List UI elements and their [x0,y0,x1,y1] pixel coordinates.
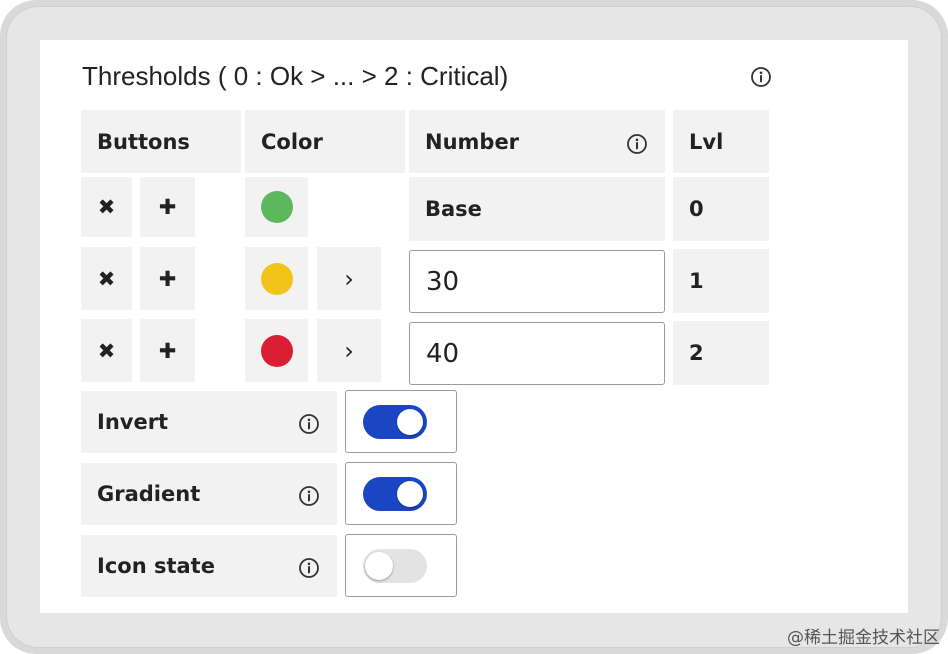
plus-icon: ✚ [158,338,177,363]
chevron-right-icon: › [344,264,354,293]
plus-icon: ✚ [158,266,177,291]
threshold-value-input[interactable]: 30 [409,250,665,313]
add-threshold-button[interactable]: ✚ [140,177,195,237]
toggle-knob [397,480,423,507]
base-label: Base [409,177,665,241]
chevron-right-icon: › [344,336,354,365]
add-threshold-button[interactable]: ✚ [140,247,195,310]
remove-threshold-button[interactable]: ✖ [81,247,132,310]
header-number-label: Number [425,129,520,154]
color-dot [260,262,293,295]
level-value: 1 [673,249,769,313]
remove-threshold-button[interactable]: ✖ [81,177,132,237]
icon-state-toggle-container [345,534,457,597]
close-icon: ✖ [97,266,116,291]
threshold-value-input[interactable]: 40 [409,322,665,385]
header-color: Color [245,110,405,173]
color-swatch-button[interactable] [245,319,308,382]
gradient-toggle[interactable] [363,476,427,511]
info-icon[interactable] [626,133,648,155]
info-icon[interactable] [298,485,320,507]
expand-color-button[interactable]: › [317,247,381,310]
color-dot [260,191,293,223]
icon-state-toggle[interactable] [363,548,427,583]
panel-title: Thresholds ( 0 : Ok > ... > 2 : Critical… [82,61,509,91]
remove-threshold-button[interactable]: ✖ [81,319,132,382]
close-icon: ✖ [97,338,116,363]
close-icon: ✖ [97,195,116,219]
plus-icon: ✚ [158,195,177,219]
add-threshold-button[interactable]: ✚ [140,319,195,382]
header-buttons: Buttons [81,110,241,173]
gradient-toggle-container [345,462,457,525]
invert-toggle[interactable] [363,404,427,439]
color-swatch-button[interactable] [245,177,308,237]
header-lvl: Lvl [673,110,769,173]
info-icon[interactable] [750,66,772,88]
toggle-knob [397,408,423,435]
info-icon[interactable] [298,413,320,435]
level-value: 2 [673,321,769,385]
toggle-knob [365,551,393,580]
watermark-text: @稀土掘金技术社区 [787,628,940,648]
color-dot [260,334,293,367]
invert-toggle-container [345,390,457,453]
level-value: 0 [673,177,769,241]
info-icon[interactable] [298,557,320,579]
expand-color-button[interactable]: › [317,319,381,382]
color-swatch-button[interactable] [245,247,308,310]
